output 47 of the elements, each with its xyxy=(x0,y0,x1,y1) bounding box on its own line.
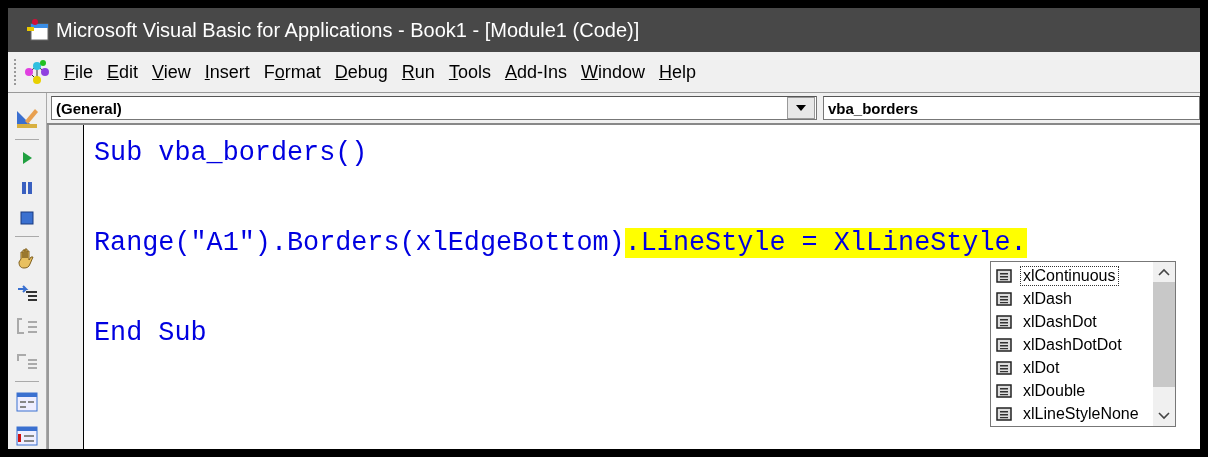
menu-item[interactable]: Window xyxy=(573,61,652,83)
object-dropdown[interactable]: (General) xyxy=(51,96,817,120)
menu-item[interactable]: Insert xyxy=(197,61,257,83)
menu-item[interactable]: View xyxy=(145,61,198,83)
list-item[interactable]: xlDashDotDot xyxy=(1020,334,1125,355)
list-item[interactable]: xlDashDot xyxy=(1020,311,1100,332)
constant-icon xyxy=(996,383,1012,398)
run-icon[interactable] xyxy=(20,150,34,166)
list-item[interactable]: xlDouble xyxy=(1020,380,1089,401)
step-into-icon[interactable] xyxy=(16,283,38,303)
menu-item[interactable]: Run xyxy=(394,61,442,83)
scroll-down-icon[interactable] xyxy=(1158,412,1170,420)
window-icon[interactable] xyxy=(16,426,38,446)
menu-item[interactable]: Add-Ins xyxy=(497,61,574,83)
scrollbar[interactable] xyxy=(1153,262,1175,426)
menu-item[interactable]: Help xyxy=(652,61,704,83)
app-icon xyxy=(26,18,50,42)
pause-icon[interactable] xyxy=(19,180,35,196)
dropdown-arrow-icon xyxy=(796,105,806,111)
menu-item[interactable]: Edit xyxy=(100,61,146,83)
list-item[interactable]: xlContinuous xyxy=(1020,265,1119,286)
constant-icon xyxy=(996,406,1012,421)
constant-icon xyxy=(996,337,1012,352)
code-editor[interactable]: Sub vba_borders() Range("A1").Borders(xlEdgeBottom).LineStyle = XlLineStyle. End Sub xlContinuous xlDash xlDashDot xlDashDotDot xlDot xlDouble xlLineStyleNone xyxy=(47,125,1200,449)
constant-icon xyxy=(996,360,1012,375)
menu-item[interactable]: File xyxy=(57,61,100,83)
list-item[interactable]: xlDot xyxy=(1020,357,1063,378)
constant-icon xyxy=(996,314,1012,329)
procedure-dropdown[interactable]: vba_borders xyxy=(823,96,1200,120)
constant-icon xyxy=(996,291,1012,306)
list-item[interactable]: xlLineStyleNone xyxy=(1020,403,1142,424)
code-text: End Sub xyxy=(94,318,207,348)
menu-item[interactable]: Tools xyxy=(441,61,498,83)
scroll-up-icon[interactable] xyxy=(1158,268,1170,276)
constant-icon xyxy=(996,268,1012,283)
stop-icon[interactable] xyxy=(19,210,35,226)
margin-indicator-bar[interactable] xyxy=(47,125,84,449)
hand-icon[interactable] xyxy=(17,247,37,269)
list-item[interactable]: xlDash xyxy=(1020,288,1075,309)
menu-item[interactable]: Debug xyxy=(327,61,395,83)
window-icon[interactable] xyxy=(16,392,38,412)
code-text: .LineStyle = XlLineStyle. xyxy=(624,228,1027,258)
code-text: Sub vba_borders() xyxy=(94,138,368,168)
menu-item[interactable]: Format xyxy=(256,61,328,83)
window-title: Microsoft Visual Basic for Applications - Book1 - [Module1 (Code)] xyxy=(56,18,640,42)
molecule-icon[interactable] xyxy=(23,58,51,86)
code-text: Range("A1").Borders(xlEdgeBottom) xyxy=(94,228,625,258)
